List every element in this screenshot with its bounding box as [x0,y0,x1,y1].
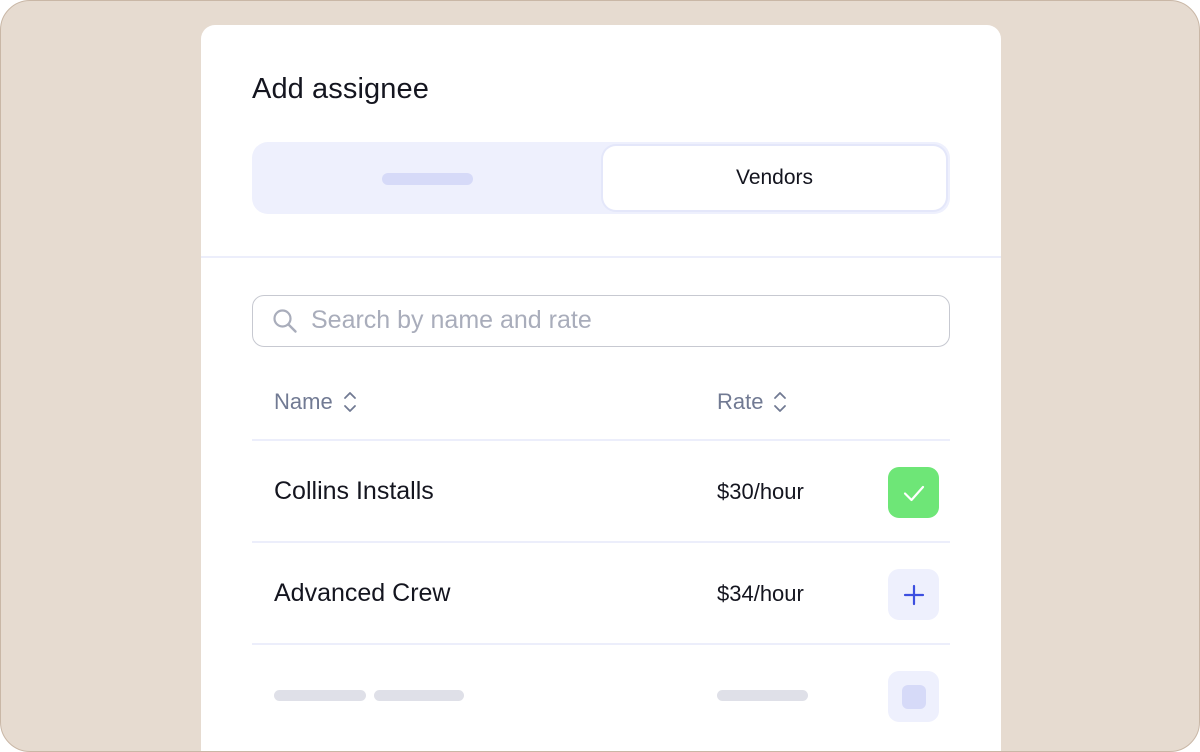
vendor-rate: $30/hour [717,479,804,504]
plus-icon [903,584,924,605]
vendor-name: Collins Installs [274,477,434,505]
header-divider [201,256,1001,258]
assignee-type-toggle: Vendors [252,142,950,214]
search-icon [273,309,297,333]
skeleton-name-bar [274,690,366,701]
search-field [252,295,950,347]
skeleton-rate-bar [717,690,808,701]
sort-icon [774,392,787,412]
column-header-name[interactable]: Name [274,389,357,415]
tab-placeholder-label[interactable] [382,173,473,185]
column-header-name-label: Name [274,389,333,414]
dialog-title: Add assignee [252,73,429,105]
backdrop: Add assignee Vendors Name Rate [0,0,1200,752]
add-vendor-button[interactable] [888,569,939,620]
skeleton-name-bar [374,690,464,701]
tab-vendors[interactable]: Vendors [603,146,946,210]
row-divider [252,541,950,543]
search-input[interactable] [311,296,939,345]
check-icon [903,485,924,501]
selected-checkbox[interactable] [888,467,939,518]
skeleton-action-inner [901,684,926,709]
table-header-divider [252,439,950,441]
row-divider [252,643,950,645]
vendor-name: Advanced Crew [274,579,451,607]
add-assignee-dialog: Add assignee Vendors Name Rate [201,25,1001,751]
skeleton-action [888,671,939,722]
sort-icon [343,392,356,412]
vendor-rate: $34/hour [717,581,804,606]
column-header-rate[interactable]: Rate [717,389,787,415]
column-header-rate-label: Rate [717,389,764,414]
